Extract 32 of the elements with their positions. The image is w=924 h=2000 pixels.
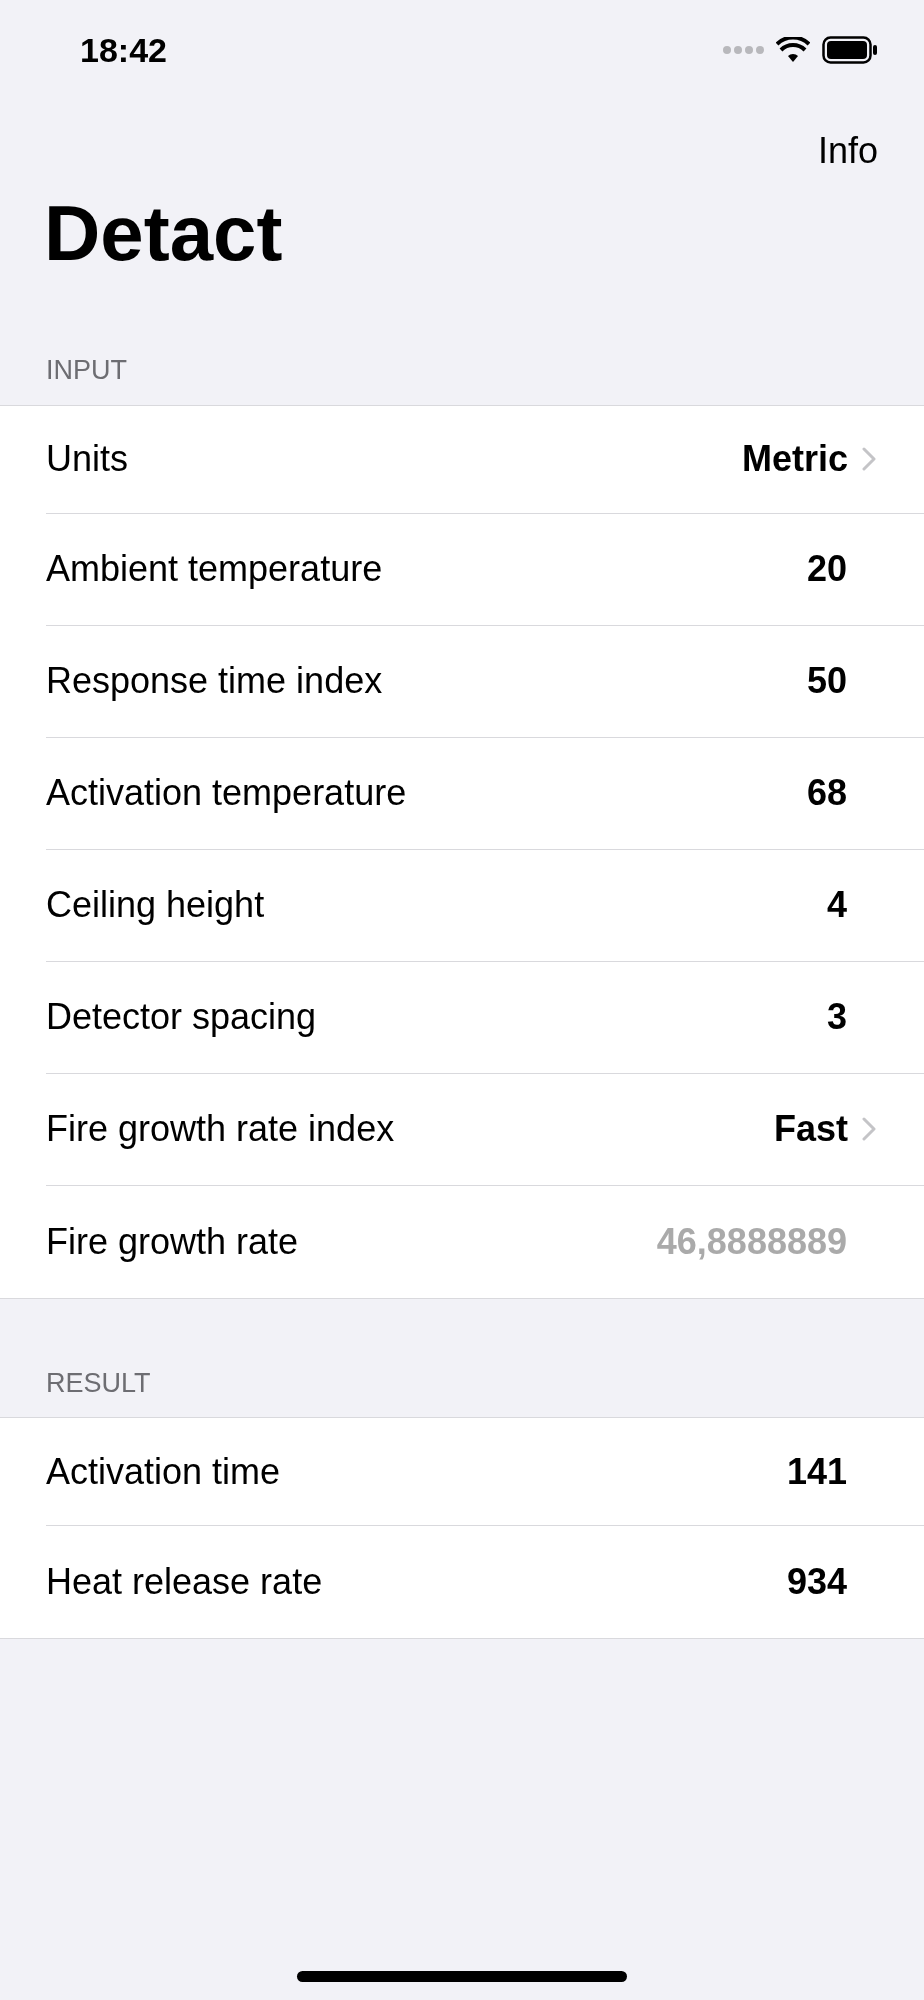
row-label: Fire growth rate bbox=[46, 1219, 300, 1264]
chevron-icon bbox=[862, 1117, 876, 1141]
status-time: 18:42 bbox=[80, 29, 167, 71]
info-button[interactable]: Info bbox=[817, 124, 878, 178]
section-header: RESULT bbox=[46, 1366, 152, 1400]
section-header: INPUT bbox=[46, 354, 128, 387]
row-label: Detector spacing bbox=[46, 995, 318, 1039]
row-label: Response time index bbox=[46, 659, 384, 703]
list-row[interactable]: Units Metric bbox=[0, 405, 924, 514]
list-row[interactable]: Fire growth rate index Fast bbox=[0, 1073, 924, 1186]
row-value: 46,8888889 bbox=[656, 1219, 847, 1264]
row-value: Metric bbox=[741, 437, 848, 481]
signal-icon bbox=[722, 45, 764, 55]
value-field[interactable]: 4 bbox=[826, 878, 847, 932]
value-field[interactable]: 68 bbox=[806, 766, 847, 820]
value-field[interactable]: 934 bbox=[786, 1555, 847, 1609]
value-field[interactable]: 20 bbox=[806, 542, 847, 596]
row-label: Activation temperature bbox=[46, 771, 408, 815]
value-field[interactable]: 50 bbox=[806, 654, 847, 708]
row-label: Ambient temperature bbox=[46, 547, 384, 591]
value-field[interactable]: 141 bbox=[786, 1444, 847, 1499]
row-value: Fast bbox=[773, 1107, 848, 1151]
row-label: Fire growth rate index bbox=[46, 1107, 396, 1151]
row-label: Activation time bbox=[46, 1449, 282, 1494]
value-field[interactable]: 3 bbox=[826, 990, 847, 1044]
row-label: Units bbox=[46, 437, 130, 481]
row-label: Ceiling height bbox=[46, 883, 266, 927]
wifi-icon bbox=[776, 37, 810, 63]
battery-icon bbox=[822, 36, 878, 64]
chevron-icon bbox=[862, 447, 876, 471]
row-label: Heat release rate bbox=[46, 1560, 324, 1604]
page-title: Detact bbox=[44, 194, 284, 272]
